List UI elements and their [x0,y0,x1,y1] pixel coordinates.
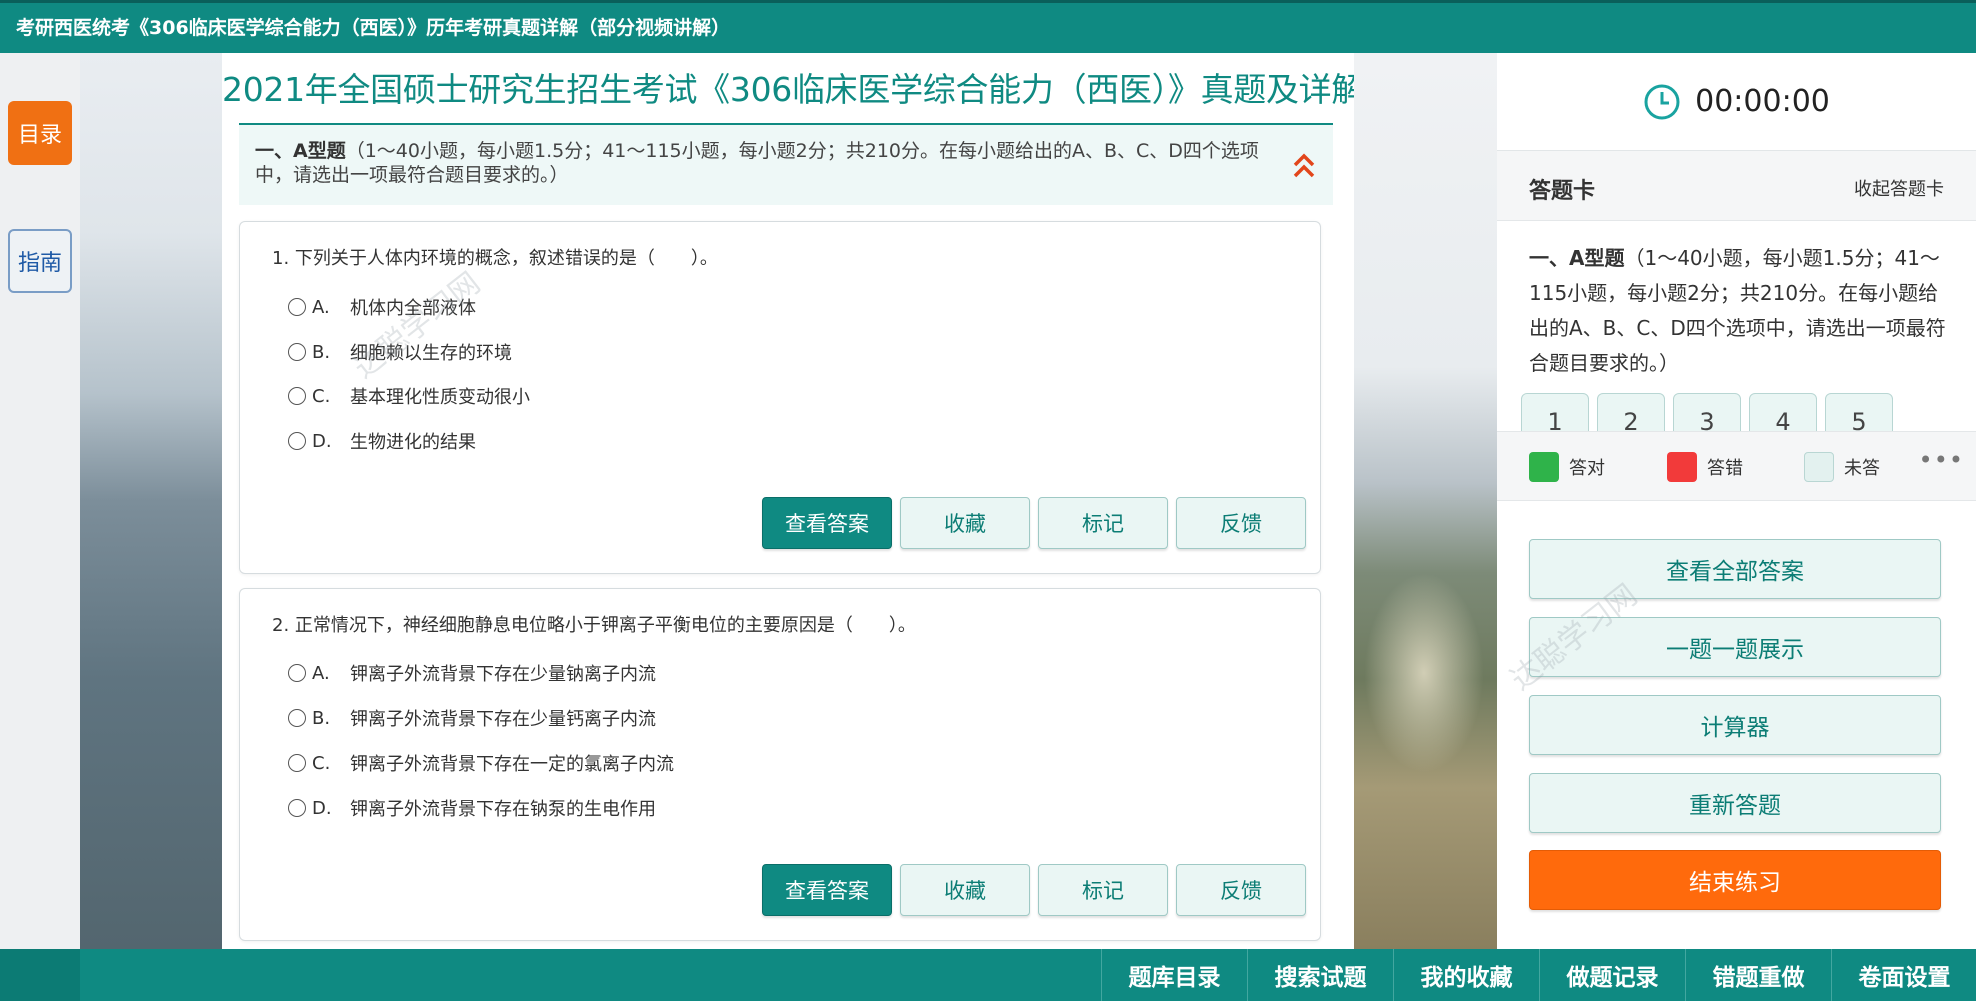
wrong-swatch-icon [1667,452,1697,482]
option-c[interactable]: C. 钾离子外流背景下存在一定的氯离子内流 [288,750,674,776]
unanswered-swatch-icon [1804,452,1834,482]
question-card-1: 1. 下列关于人体内环境的概念，叙述错误的是（ ）。 A. 机体内全部液体 B. 细… [239,221,1321,574]
legend-correct: 答对 [1529,452,1605,482]
question-stem: 2. 正常情况下，神经细胞静息电位略小于钾离子平衡电位的主要原因是（ ）。 [272,615,916,636]
option-letter: D. [312,430,332,452]
option-letter: D. [312,797,332,819]
legend-correct-label: 答对 [1569,458,1605,479]
bottom-nav: 题库目录 搜索试题 我的收藏 做题记录 错题重做 卷面设置 [0,949,1976,1001]
radio-icon[interactable] [288,432,306,450]
question-stem: 1. 下列关于人体内环境的概念，叙述错误的是（ ）。 [272,248,718,269]
question-number-button[interactable]: 1 [1521,393,1589,431]
collapse-answer-card-button[interactable]: 收起答题卡 [1854,175,1944,201]
answer-card-panel: 00:00:00 答题卡 收起答题卡 一、A型题（1～40小题，每小题1.5分；… [1497,53,1976,949]
question-card-2: 2. 正常情况下，神经细胞静息电位略小于钾离子平衡电位的主要原因是（ ）。 A.… [239,588,1321,941]
favorite-button[interactable]: 收藏 [900,864,1030,916]
legend-unanswered: 未答 [1804,452,1880,482]
view-all-answers-button[interactable]: 查看全部答案 [1529,539,1941,599]
option-d[interactable]: D. 生物进化的结果 [288,428,476,454]
radio-icon[interactable] [288,387,306,405]
window-title: 考研西医统考《306临床医学综合能力（西医）》历年考研真题详解（部分视频讲解） [16,17,731,39]
search-questions-link[interactable]: 搜索试题 [1247,949,1393,1001]
option-a[interactable]: A. 钾离子外流背景下存在少量钠离子内流 [288,660,656,686]
mark-button[interactable]: 标记 [1038,864,1168,916]
answer-card-header: 答题卡 收起答题卡 [1497,151,1976,221]
page-title: 2021年全国硕士研究生招生考试《306临床医学综合能力（西医）》真题及详解 [222,70,1354,109]
question-actions: 查看答案 收藏 标记 反馈 [762,497,1306,549]
favorite-button[interactable]: 收藏 [900,497,1030,549]
background-scenery-right [1354,53,1497,949]
guide-button[interactable]: 指南 [8,229,72,293]
option-a[interactable]: A. 机体内全部液体 [288,294,476,320]
restart-button[interactable]: 重新答题 [1529,773,1941,833]
more-icon[interactable]: ••• [1919,446,1964,474]
radio-icon[interactable] [288,799,306,817]
option-letter: C. [312,385,331,407]
option-c[interactable]: C. 基本理化性质变动很小 [288,383,530,409]
end-practice-button[interactable]: 结束练习 [1529,850,1941,910]
bottom-nav-shade [0,949,80,1001]
radio-icon[interactable] [288,754,306,772]
question-number-button[interactable]: 2 [1597,393,1665,431]
option-letter: A. [312,296,330,318]
radio-icon[interactable] [288,664,306,682]
option-text: 钾离子外流背景下存在钠泵的生电作用 [350,799,656,820]
option-letter: A. [312,662,330,684]
my-favorites-link[interactable]: 我的收藏 [1393,949,1539,1001]
option-text: 钾离子外流背景下存在少量钙离子内流 [350,709,656,730]
answer-status-legend: 答对 答错 未答 ••• [1497,431,1976,501]
question-number-button[interactable]: 3 [1673,393,1741,431]
option-text: 机体内全部液体 [350,298,476,319]
radio-icon[interactable] [288,298,306,316]
option-d[interactable]: D. 钾离子外流背景下存在钠泵的生电作用 [288,795,656,821]
view-answer-button[interactable]: 查看答案 [762,497,892,549]
background-scenery-left [80,53,222,949]
legend-unanswered-label: 未答 [1844,458,1880,479]
section-header: 一、A型题（1～40小题，每小题1.5分；41～115小题，每小题2分；共210… [239,123,1333,205]
calculator-button[interactable]: 计算器 [1529,695,1941,755]
question-list-panel: 2021年全国硕士研究生招生考试《306临床医学综合能力（西医）》真题及详解 一… [222,53,1354,949]
option-text: 钾离子外流背景下存在一定的氯离子内流 [350,754,674,775]
option-letter: C. [312,752,331,774]
radio-icon[interactable] [288,343,306,361]
clock-icon [1644,84,1680,119]
question-number-button[interactable]: 4 [1749,393,1817,431]
feedback-button[interactable]: 反馈 [1176,497,1306,549]
option-b[interactable]: B. 细胞赖以生存的环境 [288,339,512,365]
section-text: （1～40小题，每小题1.5分；41～115小题，每小题2分；共210分。在每小… [255,140,1259,186]
answer-card-section-desc: 一、A型题（1～40小题，每小题1.5分；41～115小题，每小题2分；共210… [1529,241,1949,381]
option-text: 基本理化性质变动很小 [350,387,530,408]
side-nav: 目录 指南 [0,53,80,949]
feedback-button[interactable]: 反馈 [1176,864,1306,916]
section-label: 一、A型题 [255,140,346,162]
paper-settings-link[interactable]: 卷面设置 [1831,949,1976,1001]
option-text: 钾离子外流背景下存在少量钠离子内流 [350,664,656,685]
option-letter: B. [312,341,331,363]
option-b[interactable]: B. 钾离子外流背景下存在少量钙离子内流 [288,705,656,731]
mark-button[interactable]: 标记 [1038,497,1168,549]
question-bank-toc-link[interactable]: 题库目录 [1101,949,1247,1001]
radio-icon[interactable] [288,709,306,727]
one-by-one-button[interactable]: 一题一题展示 [1529,617,1941,677]
question-number-button[interactable]: 5 [1825,393,1893,431]
option-letter: B. [312,707,331,729]
view-answer-button[interactable]: 查看答案 [762,864,892,916]
practice-history-link[interactable]: 做题记录 [1539,949,1685,1001]
option-text: 生物进化的结果 [350,432,476,453]
answer-card-section-label: 一、A型题 [1529,246,1625,270]
chevron-double-up-icon[interactable] [1291,151,1317,181]
correct-swatch-icon [1529,452,1559,482]
window-title-bar: 考研西医统考《306临床医学综合能力（西医）》历年考研真题详解（部分视频讲解） [0,0,1976,53]
option-text: 细胞赖以生存的环境 [350,343,512,364]
toc-button[interactable]: 目录 [8,101,72,165]
question-number-grid: 1 2 3 4 5 [1521,393,1961,431]
legend-wrong-label: 答错 [1707,458,1743,479]
timer: 00:00:00 [1497,53,1976,151]
question-actions: 查看答案 收藏 标记 反馈 [762,864,1306,916]
legend-wrong: 答错 [1667,452,1743,482]
answer-card-title: 答题卡 [1529,179,1596,204]
redo-wrong-link[interactable]: 错题重做 [1685,949,1831,1001]
timer-value: 00:00:00 [1695,84,1830,119]
